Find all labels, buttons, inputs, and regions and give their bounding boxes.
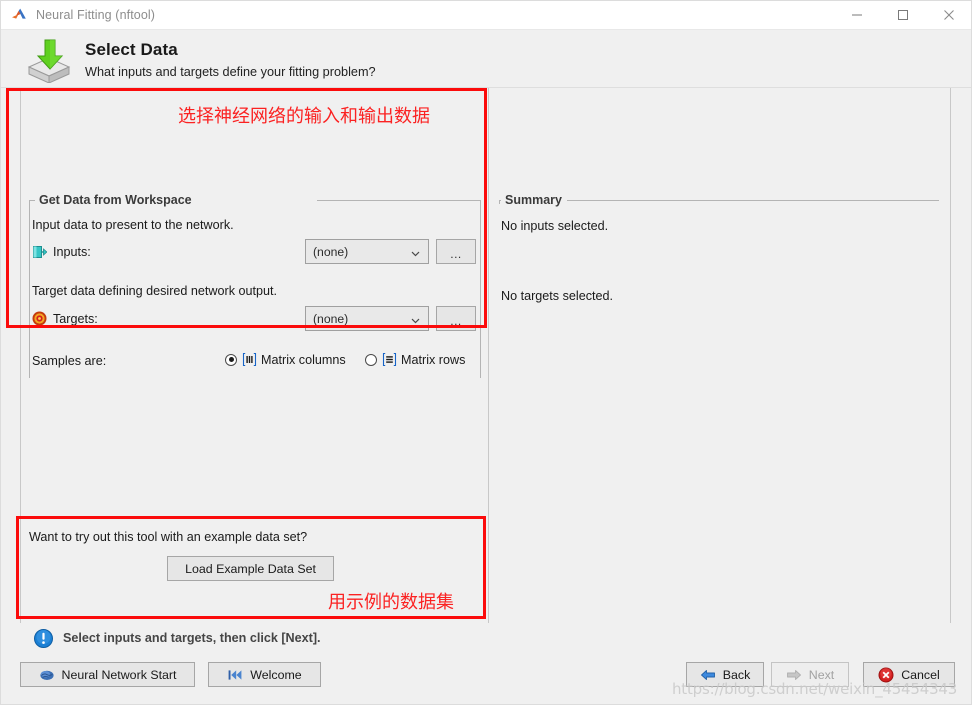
close-icon[interactable] xyxy=(926,0,972,30)
neural-network-start-label: Neural Network Start xyxy=(61,667,177,682)
group-legend-summary: Summary xyxy=(501,193,566,207)
inputs-select-value: (none) xyxy=(313,244,349,259)
summary-no-targets: No targets selected. xyxy=(501,289,614,303)
targets-label: Targets: xyxy=(53,312,98,326)
radio-label-matrix-columns: Matrix columns xyxy=(261,352,346,367)
matrix-columns-icon xyxy=(242,352,257,367)
example-panel-separator xyxy=(29,516,481,517)
input-port-icon xyxy=(33,245,48,259)
matrix-rows-icon xyxy=(382,352,397,367)
targets-select-value: (none) xyxy=(313,311,349,326)
chevron-down-icon xyxy=(411,247,420,256)
window-controls xyxy=(834,0,972,30)
minimize-icon[interactable] xyxy=(834,0,880,30)
samples-are-label: Samples are: xyxy=(32,354,107,368)
group-border-top-right xyxy=(317,200,481,201)
inputs-label: Inputs: xyxy=(53,245,91,259)
maximize-icon[interactable] xyxy=(880,0,926,30)
watermark-text: https://blog.csdn.net/weixin_45454343 xyxy=(672,680,958,698)
inputs-select[interactable]: (none) xyxy=(305,239,429,264)
window-left-border xyxy=(0,30,1,705)
target-description-label: Target data defining desired network out… xyxy=(32,284,278,298)
info-exclamation-icon xyxy=(34,629,53,648)
group-border-left xyxy=(29,200,30,378)
annotation-use-example-dataset: 用示例的数据集 xyxy=(328,592,454,613)
window-title: Neural Fitting (nftool) xyxy=(36,7,156,22)
radio-indicator-rows[interactable] xyxy=(365,353,377,366)
welcome-label: Welcome xyxy=(250,667,302,682)
radio-matrix-rows[interactable]: Matrix rows xyxy=(365,352,465,367)
input-description-label: Input data to present to the network. xyxy=(32,218,234,232)
group-legend-workspace: Get Data from Workspace xyxy=(35,193,196,207)
status-bar: Select inputs and targets, then click [N… xyxy=(1,623,971,655)
inputs-browse-button[interactable]: ... xyxy=(436,239,476,264)
summary-no-inputs: No inputs selected. xyxy=(501,219,609,233)
matlab-icon xyxy=(10,6,28,24)
radio-indicator-columns[interactable] xyxy=(225,353,237,366)
content-area: Get Data from Workspace Input data to pr… xyxy=(1,88,971,623)
column-divider xyxy=(488,88,489,623)
chevron-down-icon xyxy=(411,314,420,323)
summary-border-top-right xyxy=(567,200,939,201)
annotation-select-io-data: 选择神经网络的输入和输出数据 xyxy=(178,106,430,127)
neural-fitting-window: Neural Fitting (nftool) Select Data What… xyxy=(0,0,972,705)
neural-network-start-button[interactable]: Neural Network Start xyxy=(20,662,195,687)
welcome-button[interactable]: Welcome xyxy=(208,662,321,687)
content-right-border xyxy=(950,88,951,623)
radio-label-matrix-rows: Matrix rows xyxy=(401,352,466,367)
radio-matrix-columns[interactable]: Matrix columns xyxy=(225,352,346,367)
page-title: Select Data xyxy=(85,40,178,59)
content-left-border xyxy=(20,88,21,623)
page-header: Select Data What inputs and targets defi… xyxy=(1,30,971,88)
brain-icon xyxy=(39,667,55,683)
skip-to-start-icon xyxy=(227,667,243,683)
load-example-data-set-button[interactable]: Load Example Data Set xyxy=(167,556,334,581)
import-data-icon xyxy=(23,37,75,84)
group-border-right xyxy=(480,200,481,378)
target-bullseye-icon xyxy=(32,311,47,326)
targets-browse-button[interactable]: ... xyxy=(436,306,476,331)
example-question-label: Want to try out this tool with an exampl… xyxy=(29,530,308,544)
page-subtitle: What inputs and targets define your fitt… xyxy=(85,65,376,79)
title-bar: Neural Fitting (nftool) xyxy=(0,0,972,30)
status-message: Select inputs and targets, then click [N… xyxy=(63,631,321,645)
targets-select[interactable]: (none) xyxy=(305,306,429,331)
